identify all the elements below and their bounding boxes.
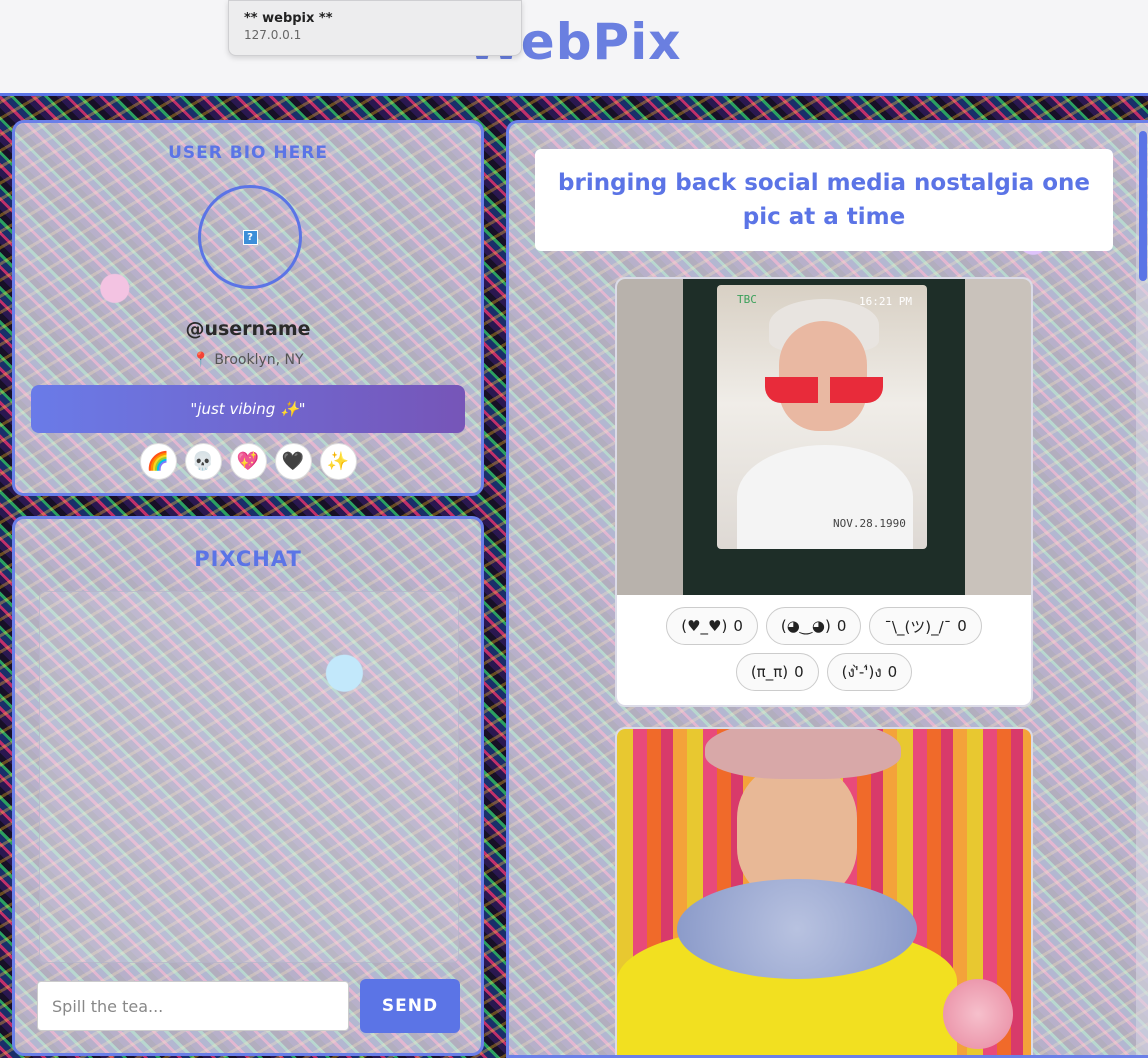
skull-icon[interactable]: 💀 (184, 443, 222, 480)
broken-image-icon: ? (242, 229, 258, 245)
location-text: Brooklyn, NY (214, 352, 304, 368)
reaction-button[interactable]: (♥_♥) 0 (666, 607, 758, 645)
feed-scrollbar[interactable] (1136, 123, 1148, 1055)
sparkles-icon[interactable]: ✨ (319, 443, 357, 480)
sparkling-heart-icon[interactable]: 💖 (229, 443, 267, 480)
reaction-button[interactable]: (ง'̀-'́)ง 0 (826, 653, 913, 691)
reaction-count: 0 (836, 617, 847, 635)
feed-panel: bringing back social media nostalgia one… (506, 120, 1148, 1058)
photo-brand: TBC (737, 293, 757, 306)
reaction-button[interactable]: (◕‿◕) 0 (765, 607, 862, 645)
reaction-count: 0 (957, 617, 967, 635)
reaction-face: (◕‿◕) (780, 617, 831, 635)
emoji-badges: 🌈 💀 💖 🖤 ✨ (15, 443, 481, 480)
bio-panel: USER BIO HERE ? @username 📍 Brooklyn, NY… (12, 120, 484, 496)
reaction-bar: (♥_♥) 0 (◕‿◕) 0 ¯\_(ツ)_/¯ 0 (π_π) 0 (ง'̀-'́)… (617, 595, 1031, 691)
black-heart-icon[interactable]: 🖤 (274, 443, 312, 480)
username: @username (185, 318, 311, 340)
reaction-face: (ง'̀-'́)ง (841, 663, 882, 681)
chat-title: PIXCHAT (194, 547, 302, 571)
reaction-button[interactable]: ¯\_(ツ)_/¯ 0 (869, 607, 982, 645)
location: 📍 Brooklyn, NY (15, 352, 481, 368)
rainbow-icon[interactable]: 🌈 (139, 443, 177, 480)
reaction-button[interactable]: (π_π) 0 (735, 653, 819, 691)
reaction-face: (♥_♥) (681, 617, 728, 635)
status-vibe: "just vibing ✨" (31, 385, 465, 433)
tooltip-url: 127.0.0.1 (244, 28, 302, 42)
site-header: WebPix (0, 0, 1148, 96)
browser-tooltip: ** webpix ** 127.0.0.1 (228, 0, 522, 56)
post-photo[interactable] (617, 729, 1031, 1055)
chat-panel: PIXCHAT SEND (12, 516, 484, 1056)
post-card (615, 727, 1033, 1055)
chat-input[interactable] (37, 981, 349, 1031)
scrollbar-thumb[interactable] (1139, 131, 1147, 281)
rose-icon (943, 979, 1013, 1049)
bio-title: USER BIO HERE (168, 143, 328, 163)
post-photo[interactable]: TBC 16:21 PM NOV.28.1990 (617, 279, 1031, 595)
chat-messages[interactable] (39, 591, 459, 963)
reaction-count: 0 (794, 663, 804, 681)
pink-hat (705, 729, 901, 779)
sunglasses (765, 377, 883, 403)
reaction-face: (π_π) (750, 663, 789, 681)
avatar[interactable]: ? (198, 185, 302, 289)
photo-date: NOV.28.1990 (833, 517, 906, 530)
reaction-face: ¯\_(ツ)_/¯ (884, 617, 952, 636)
feed-tagline: bringing back social media nostalgia one… (535, 149, 1113, 251)
send-button[interactable]: SEND (360, 979, 460, 1033)
phone-screen: TBC 16:21 PM NOV.28.1990 (717, 285, 927, 549)
photo-time: 16:21 PM (859, 295, 912, 308)
tooltip-title: ** webpix ** (244, 11, 333, 26)
reaction-count: 0 (887, 663, 898, 681)
pin-icon: 📍 (192, 352, 210, 368)
post-card: TBC 16:21 PM NOV.28.1990 (♥_♥) 0 (◕‿◕) 0 ¯… (615, 277, 1033, 707)
reaction-count: 0 (733, 617, 743, 635)
tulle-ruff (677, 879, 917, 979)
